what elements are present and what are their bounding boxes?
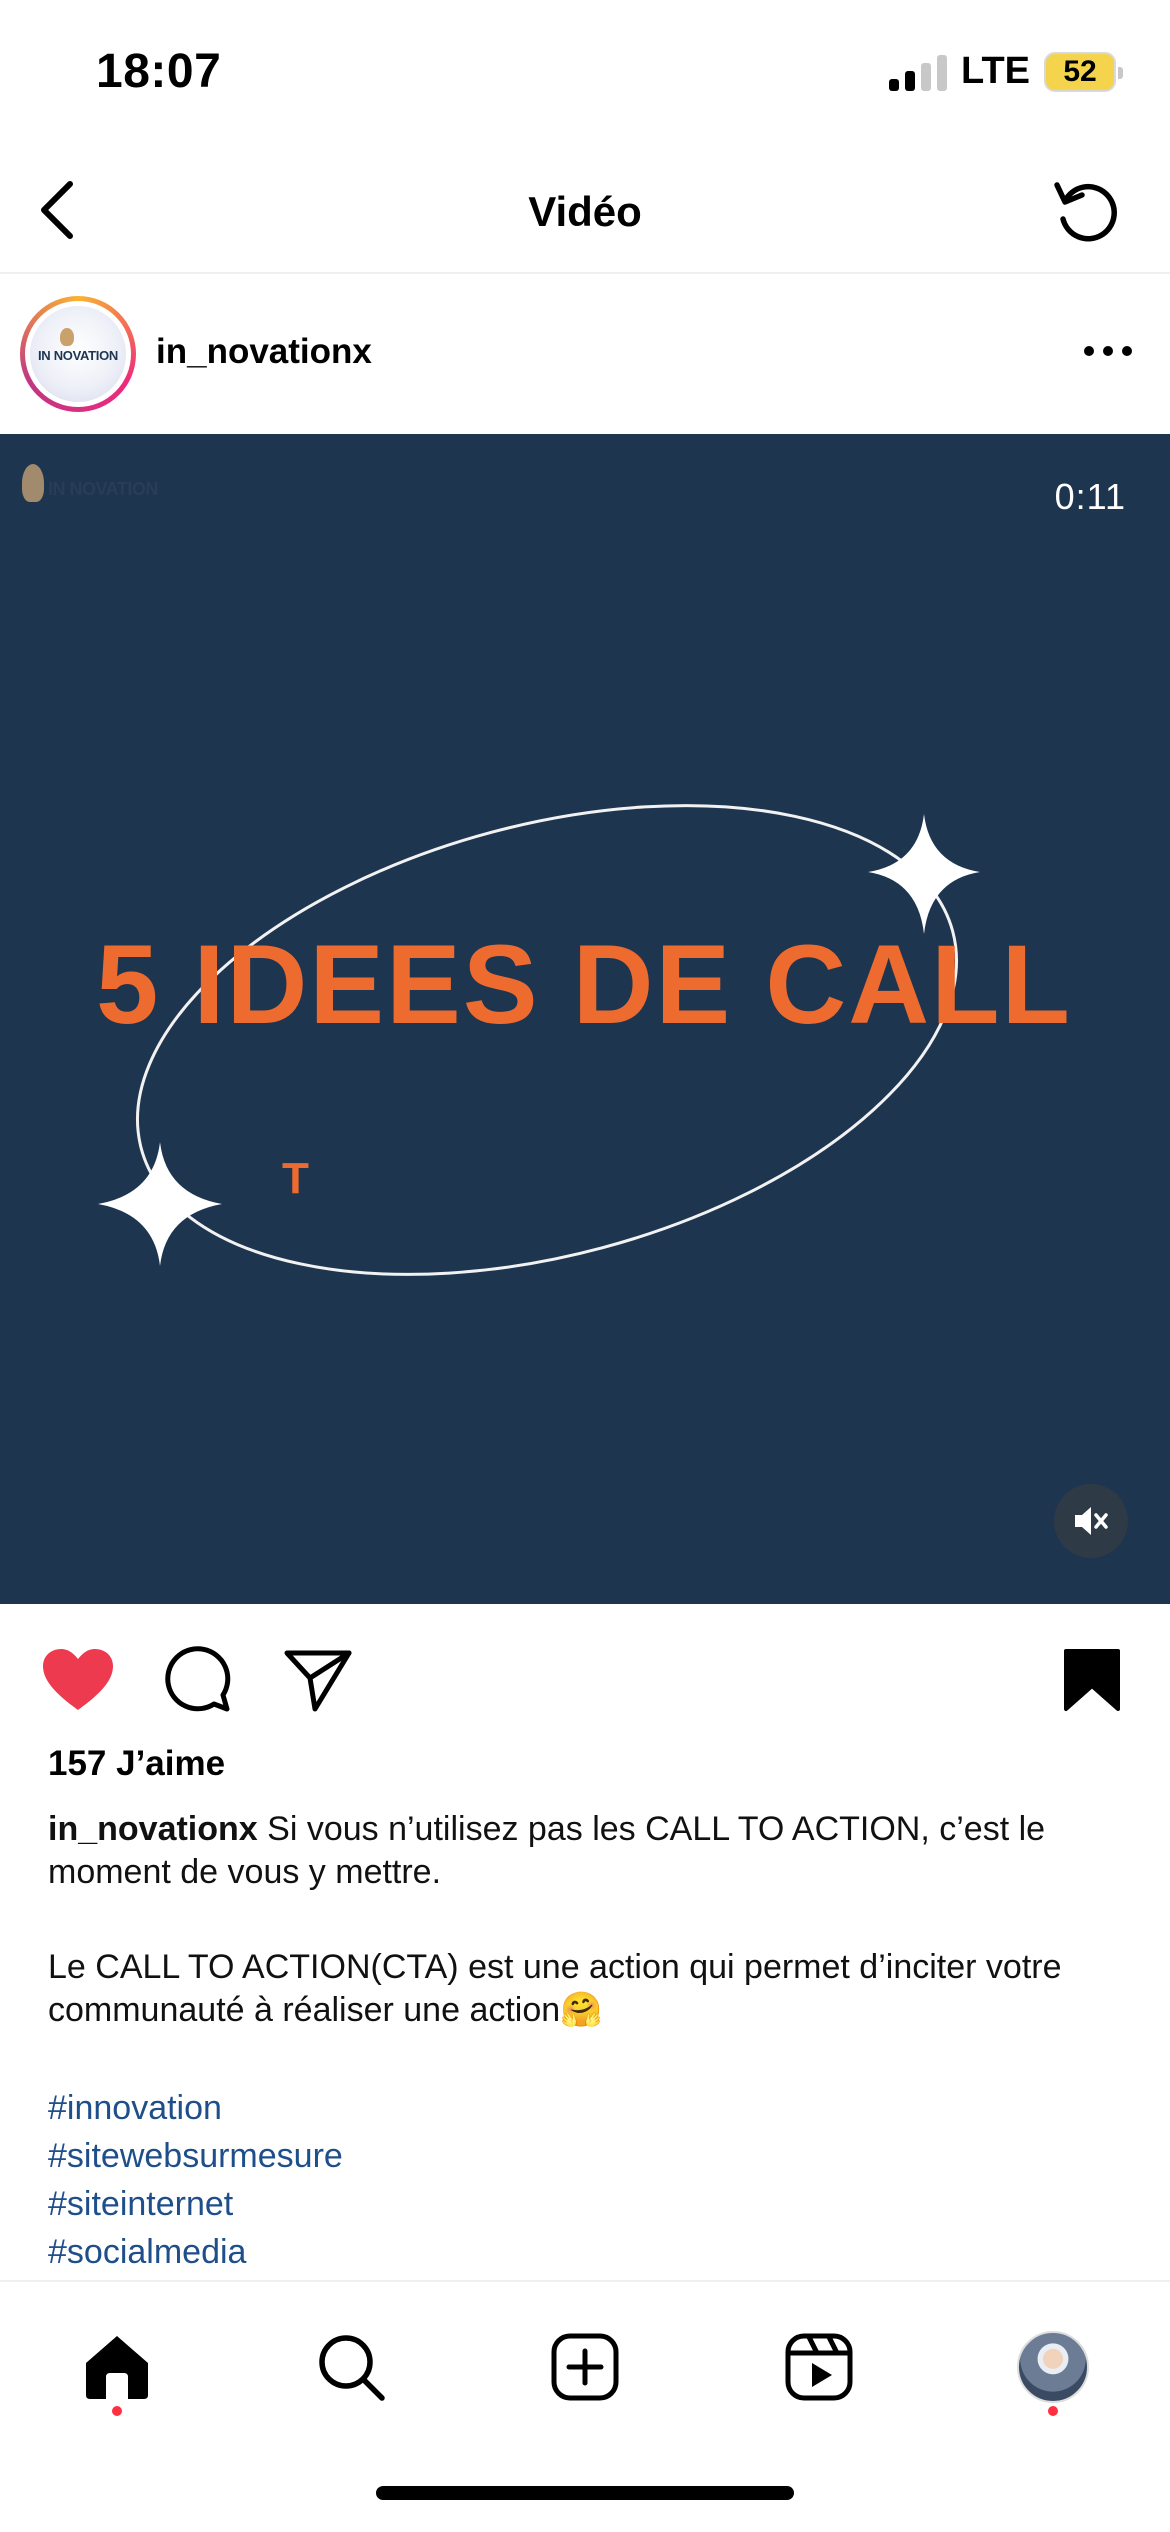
share-button[interactable] — [278, 1640, 358, 1720]
notification-dot — [112, 2406, 122, 2416]
more-options-button[interactable] — [1084, 336, 1132, 366]
signal-icon — [889, 53, 948, 91]
caption-paragraph: Le CALL TO ACTION(CTA) est une action qu… — [48, 1948, 1062, 2029]
tab-reels[interactable] — [774, 2322, 864, 2412]
avatar-logo-text: IN NOVATION — [38, 348, 118, 363]
tab-create[interactable] — [540, 2322, 630, 2412]
like-button[interactable] — [38, 1640, 118, 1720]
tab-search[interactable] — [306, 2322, 396, 2412]
tab-home[interactable] — [72, 2322, 162, 2412]
save-button[interactable] — [1052, 1640, 1132, 1720]
reels-icon — [785, 2333, 853, 2401]
battery-level: 52 — [1063, 54, 1097, 88]
tab-profile[interactable] — [1008, 2322, 1098, 2412]
status-bar: 18:07 LTE 52 — [0, 0, 1170, 150]
post-username[interactable]: in_novationx — [156, 332, 372, 372]
bookmark-filled-icon — [1064, 1649, 1120, 1711]
comment-button[interactable] — [158, 1640, 238, 1720]
video-player[interactable]: IN NOVATION 0:11 5 IDEES DE CALL T — [0, 434, 1170, 1604]
post-caption: in_novationx Si vous n’utilisez pas les … — [48, 1808, 1128, 2084]
create-icon — [551, 2333, 619, 2401]
battery-icon: 52 — [1044, 51, 1123, 92]
hashtag-list: #innovation #sitewebsurmesure #siteinter… — [48, 2084, 343, 2276]
refresh-button[interactable] — [1044, 168, 1130, 254]
home-icon — [86, 2336, 148, 2399]
bulb-logo-icon — [60, 328, 74, 346]
more-horizontal-icon — [1084, 346, 1094, 356]
mute-button[interactable] — [1054, 1484, 1128, 1558]
video-watermark: IN NOVATION — [22, 464, 158, 502]
video-timer: 0:11 — [1054, 476, 1126, 517]
speaker-muted-icon — [1075, 1507, 1108, 1535]
status-time: 18:07 — [96, 45, 222, 98]
video-headline: 5 IDEES DE CALL — [96, 922, 1072, 1047]
refresh-icon — [1054, 182, 1117, 242]
network-type: LTE — [961, 50, 1030, 92]
sparkle-icon — [98, 1142, 222, 1266]
sparkle-icon — [868, 814, 980, 934]
search-icon — [319, 2335, 385, 2401]
send-icon — [284, 1650, 352, 1712]
caption-paragraph: in_novationx Si vous n’utilisez pas les … — [48, 1808, 1128, 1894]
caption-username[interactable]: in_novationx — [48, 1810, 258, 1848]
hashtag-link[interactable]: #socialmedia — [48, 2228, 343, 2276]
status-indicators: LTE 52 — [889, 50, 1123, 93]
post-header: IN NOVATION in_novationx — [0, 276, 1170, 434]
post-actions — [0, 1604, 1170, 1754]
hashtag-link[interactable]: #siteinternet — [48, 2180, 343, 2228]
page-title: Vidéo — [528, 188, 642, 235]
heart-filled-icon — [43, 1649, 113, 1710]
nav-header: Vidéo — [0, 150, 1170, 274]
home-indicator — [376, 2486, 794, 2500]
hashtag-link[interactable]: #innovation — [48, 2084, 343, 2132]
notification-dot — [1048, 2406, 1058, 2416]
profile-avatar — [1017, 2331, 1089, 2403]
bulb-logo-icon — [22, 464, 44, 502]
avatar[interactable]: IN NOVATION — [20, 296, 136, 412]
likes-count[interactable]: 157 J’aime — [48, 1744, 225, 1784]
comment-icon — [165, 1646, 231, 1712]
video-subtext: T — [282, 1154, 309, 1203]
hashtag-link[interactable]: #sitewebsurmesure — [48, 2132, 343, 2180]
